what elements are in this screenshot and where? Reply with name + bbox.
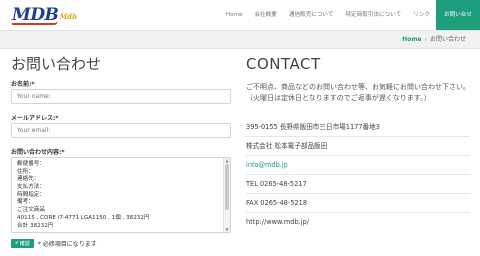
nav-item-company[interactable]: 会社概要 [248,0,282,30]
breadcrumb-current: お問い合わせ [429,36,466,43]
message-line: 備考： [17,199,34,206]
logo-swoosh-icon [12,21,58,25]
message-scrollbar[interactable]: ▲ ▼ [223,158,230,232]
message-line: 連絡先： [17,176,40,183]
nav-item-links[interactable]: リンク [407,0,436,30]
breadcrumb-separator: › [424,36,427,43]
logo-subtext: Mdb [59,12,77,21]
site-header: MDB Mdb Home 会社概要 通信販売について 特定商取引法について リン… [0,0,480,30]
message-line: 郵便番号： [17,161,45,167]
message-line: ご注文商品 [17,207,45,214]
message-line: 合計 38232円 [17,222,54,229]
form-title: お問い合わせ [11,55,102,73]
name-input[interactable] [11,89,231,104]
contact-form: お問い合わせ お名前:* メールアドレス:* お問い合わせ内容:* 郵便番号： … [11,54,231,233]
contact-intro: ご不明点、商品などのお問い合わせ等、お気軽にお問い合わせ下さい。（火曜日は定休日… [246,83,470,102]
contact-title: CONTACT [246,55,321,73]
confirm-button-label: 確認 [19,240,30,247]
scroll-down-icon[interactable]: ▼ [224,227,230,232]
nav-item-legal[interactable]: 特定商取引法について [339,0,407,30]
message-line: 支払方法： [17,184,45,191]
nav-item-contact[interactable]: お問い合せ [436,0,480,30]
email-label: メールアドレス:* [11,115,59,122]
nav-item-mail-order[interactable]: 通信販売について [283,0,340,30]
breadcrumb-home-link[interactable]: Home [402,31,421,48]
contact-email-link[interactable]: info@mdb.jp [246,156,470,175]
contact-fax: FAX 0265-48-5218 [246,194,470,213]
email-input[interactable] [11,123,231,138]
required-note: * 必修項目になります [37,240,97,248]
message-line: 40115 , CORE i7-4771 LGA1150 , 1個 , 3823… [17,214,150,221]
name-label: お名前:* [11,81,35,88]
contact-info: CONTACT ご不明点、商品などのお問い合わせ等、お気軽にお問い合わせ下さい。… [246,54,470,232]
message-textarea[interactable]: 郵便番号： 住所： 連絡先： 支払方法： 時間指定： 備考： ご注文商品 401… [11,157,231,233]
contact-company: 株式会社 松本電子部品飯田 [246,137,470,156]
contact-tel: TEL 0265-48-5217 [246,175,470,194]
breadcrumb: Home › お問い合わせ [402,31,466,48]
contact-address: 395-0155 長野県飯田市三日市場1177番地3 [246,118,470,137]
contact-url: http://www.mdb.jp/ [246,218,309,226]
breadcrumb-bar: Home › お問い合わせ [0,30,480,49]
scrollbar-thumb[interactable] [225,164,229,210]
site-logo[interactable]: MDB Mdb [12,6,77,25]
message-content: 郵便番号： 住所： 連絡先： 支払方法： 時間指定： 備考： ご注文商品 401… [17,161,217,230]
scroll-up-icon[interactable]: ▲ [224,158,230,163]
check-icon: ✔ [15,240,19,245]
message-label: お問い合わせ内容:* [11,149,65,156]
main-nav: Home 会社概要 通信販売について 特定商取引法について リンク お問い合せ [220,0,480,30]
message-line: 時間指定： [17,191,45,198]
confirm-button[interactable]: ✔ 確認 [11,238,34,248]
nav-item-home[interactable]: Home [220,0,249,30]
submit-row: ✔ 確認 * 必修項目になります [11,238,97,248]
message-line: 住所： [17,168,34,175]
